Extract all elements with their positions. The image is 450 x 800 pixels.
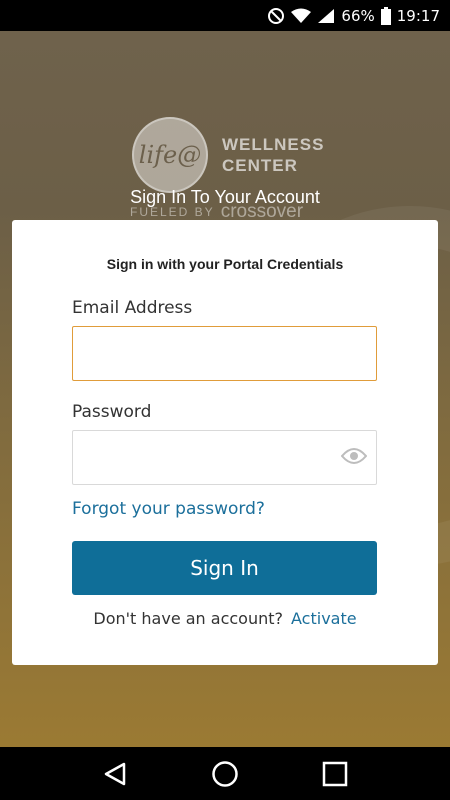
card-title: Sign in with your Portal Credentials <box>106 256 344 272</box>
recents-icon[interactable] <box>322 761 348 787</box>
sign-in-button[interactable]: Sign In <box>72 541 377 595</box>
home-icon[interactable] <box>211 760 239 788</box>
logo-line-2: CENTER <box>222 156 298 175</box>
clock: 19:17 <box>396 6 440 25</box>
password-field[interactable] <box>72 430 377 485</box>
do-not-disturb-icon <box>267 7 285 25</box>
email-label: Email Address <box>72 298 193 318</box>
signal-icon <box>317 8 335 24</box>
wellness-center-logo: life@ WELLNESS CENTER <box>132 117 324 193</box>
activate-row: Don't have an account? Activate <box>12 609 438 628</box>
logo-wordmark: WELLNESS CENTER <box>222 134 324 176</box>
password-label: Password <box>72 402 152 422</box>
email-field[interactable] <box>72 326 377 381</box>
sign-in-card: Sign in with your Portal Credentials Ema… <box>12 220 438 665</box>
show-password-icon[interactable] <box>340 445 368 467</box>
battery-percent: 66% <box>341 6 375 25</box>
battery-icon <box>380 6 391 25</box>
logo-mark: life@ <box>132 117 208 193</box>
page-heading: Sign In To Your Account <box>130 187 320 207</box>
back-icon[interactable] <box>102 761 128 787</box>
status-bar: 66% 19:17 <box>0 0 450 31</box>
wifi-icon <box>291 8 312 24</box>
activate-link[interactable]: Activate <box>291 609 357 628</box>
no-account-text: Don't have an account? <box>93 609 284 628</box>
forgot-password-link[interactable]: Forgot your password? <box>72 499 265 519</box>
logo-line-1: WELLNESS <box>222 135 325 154</box>
navigation-bar <box>0 747 450 800</box>
